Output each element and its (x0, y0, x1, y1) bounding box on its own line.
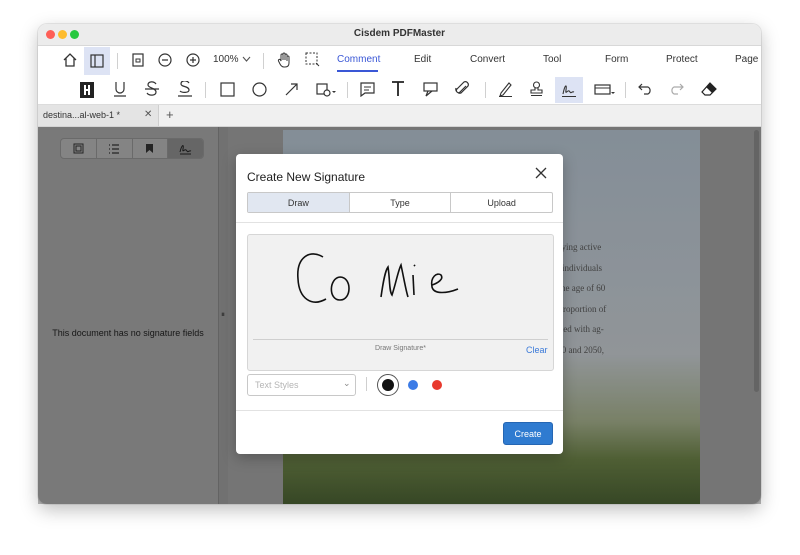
main-toolbar: 100% Comment Edit Convert Tool Form Prot… (38, 46, 761, 76)
color-red-swatch[interactable] (432, 380, 442, 390)
signature-draw-area[interactable]: Draw Signature* Clear (247, 234, 554, 371)
tab-upload[interactable]: Upload (451, 193, 552, 212)
tab-tool[interactable]: Tool (543, 54, 561, 65)
document-tab-bar: destina...al-web-1 * ✕ + (38, 105, 761, 127)
hand-tool-icon[interactable] (277, 52, 292, 68)
color-black-swatch[interactable] (377, 374, 399, 396)
dialog-divider (236, 410, 563, 411)
page-fit-icon[interactable] (132, 53, 144, 67)
tab-draw[interactable]: Draw (248, 193, 350, 212)
toolbar-separator (347, 82, 348, 98)
color-blue-swatch[interactable] (408, 380, 418, 390)
tab-page[interactable]: Page (735, 54, 758, 65)
tab-edit[interactable]: Edit (414, 54, 431, 65)
signature-stroke (297, 253, 459, 303)
zoom-level[interactable]: 100% (213, 54, 239, 65)
zoom-in-icon[interactable] (186, 53, 200, 67)
zoom-out-icon[interactable] (158, 53, 172, 67)
create-button[interactable]: Create (503, 422, 553, 445)
toolbar-separator (117, 53, 118, 69)
underline-icon[interactable] (113, 81, 127, 98)
document-tab[interactable]: destina...al-web-1 * ✕ (38, 105, 159, 126)
ellipse-icon[interactable] (252, 82, 267, 97)
toolbar-separator (485, 82, 486, 98)
create-signature-dialog: Create New Signature Draw Type Upload Dr… (236, 154, 563, 454)
dialog-divider (236, 222, 563, 223)
redo-icon[interactable] (669, 83, 684, 95)
note-icon[interactable] (360, 82, 375, 97)
undo-icon[interactable] (638, 83, 653, 95)
marquee-select-icon[interactable] (305, 52, 320, 67)
tab-type[interactable]: Type (350, 193, 452, 212)
annotation-toolbar (38, 76, 761, 105)
sidebar-toggle-icon[interactable] (84, 47, 110, 75)
rectangle-icon[interactable] (220, 82, 235, 97)
options-separator (366, 377, 367, 391)
arrow-icon[interactable] (284, 82, 299, 97)
strikethrough-icon[interactable] (145, 81, 159, 98)
toolbar-separator (205, 82, 206, 98)
chevron-down-icon: ⌄ (343, 378, 351, 388)
clear-button[interactable]: Clear (526, 345, 548, 355)
toolbar-separator (625, 82, 626, 98)
attachment-icon[interactable] (455, 81, 470, 97)
shapes-icon[interactable] (316, 82, 336, 97)
tab-convert[interactable]: Convert (470, 54, 505, 65)
close-icon[interactable] (534, 166, 548, 180)
text-styles-placeholder: Text Styles (255, 380, 299, 390)
add-tab-icon[interactable]: + (166, 107, 174, 122)
tab-protect[interactable]: Protect (666, 54, 698, 65)
form-field-icon[interactable] (594, 82, 616, 97)
callout-icon[interactable] (423, 82, 438, 97)
signature-baseline (253, 339, 548, 340)
tab-comment[interactable]: Comment (337, 54, 380, 65)
text-styles-select[interactable]: Text Styles ⌄ (247, 374, 356, 396)
title-bar: Cisdem PDFMaster (38, 24, 761, 46)
close-tab-icon[interactable]: ✕ (144, 109, 152, 120)
draw-signature-caption: Draw Signature* (375, 345, 426, 352)
document-tab-label: destina...al-web-1 * (43, 110, 121, 120)
toolbar-separator (263, 53, 264, 69)
signature-icon[interactable] (555, 77, 583, 103)
text-box-icon[interactable] (391, 80, 405, 98)
stamp-icon[interactable] (529, 81, 544, 97)
pencil-icon[interactable] (498, 81, 513, 97)
eraser-icon[interactable] (701, 82, 717, 97)
tab-form[interactable]: Form (605, 54, 628, 65)
active-tab-indicator (337, 70, 378, 72)
highlight-icon[interactable] (80, 82, 94, 98)
squiggly-underline-icon[interactable] (178, 81, 192, 98)
dialog-title: Create New Signature (247, 170, 366, 184)
chevron-down-icon[interactable] (242, 56, 251, 62)
signature-mode-tabs: Draw Type Upload (247, 192, 553, 213)
home-icon[interactable] (62, 53, 78, 67)
window-title: Cisdem PDFMaster (353, 28, 446, 39)
